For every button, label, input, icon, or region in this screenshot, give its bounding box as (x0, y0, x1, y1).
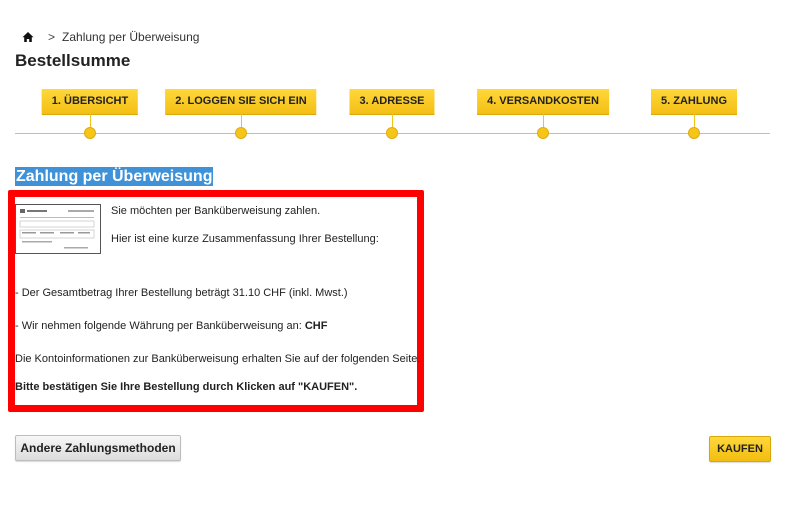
page-title: Bestellsumme (15, 51, 131, 70)
breadcrumb-separator: > (48, 30, 56, 44)
confirm-text: Bitte bestätigen Sie Ihre Bestellung dur… (15, 381, 358, 393)
step-dot (537, 127, 549, 139)
step-label: 4. VERSANDKOSTEN (477, 89, 609, 114)
breadcrumb: > Zahlung per Überweisung (22, 29, 199, 45)
step-dot (386, 127, 398, 139)
currency-value: CHF (304, 320, 328, 332)
summary-intro-text: Hier ist eine kurze Zusammenfassung Ihre… (111, 233, 379, 245)
currency-prefix: - Wir nehmen folgende Währung per Banküb… (15, 320, 305, 332)
home-icon[interactable] (22, 31, 34, 43)
step-dot (84, 127, 96, 139)
step-label: 2. LOGGEN SIE SICH EIN (165, 89, 317, 114)
bankwire-thumbnail (15, 204, 101, 254)
step-label: 5. ZAHLUNG (651, 89, 737, 114)
step-label: 3. ADRESSE (349, 89, 435, 114)
buy-button[interactable]: KAUFEN (709, 436, 771, 462)
intro-text: Sie möchten per Banküberweisung zahlen. (111, 205, 321, 217)
other-payment-methods-button[interactable]: Andere Zahlungsmethoden (15, 435, 181, 461)
step-dot (235, 127, 247, 139)
step-label: 1. ÜBERSICHT (41, 89, 139, 114)
account-info-text: Die Kontoinformationen zur Banküberweisu… (15, 353, 421, 365)
total-text: - Der Gesamtbetrag Ihrer Bestellung betr… (15, 287, 348, 299)
section-heading: Zahlung per Überweisung (15, 167, 214, 186)
step-dot (688, 127, 700, 139)
breadcrumb-current: Zahlung per Überweisung (62, 30, 200, 44)
currency-line: - Wir nehmen folgende Währung per Banküb… (15, 320, 327, 332)
checkout-steps: 1. ÜBERSICHT 2. LOGGEN SIE SICH EIN 3. A… (15, 86, 770, 142)
